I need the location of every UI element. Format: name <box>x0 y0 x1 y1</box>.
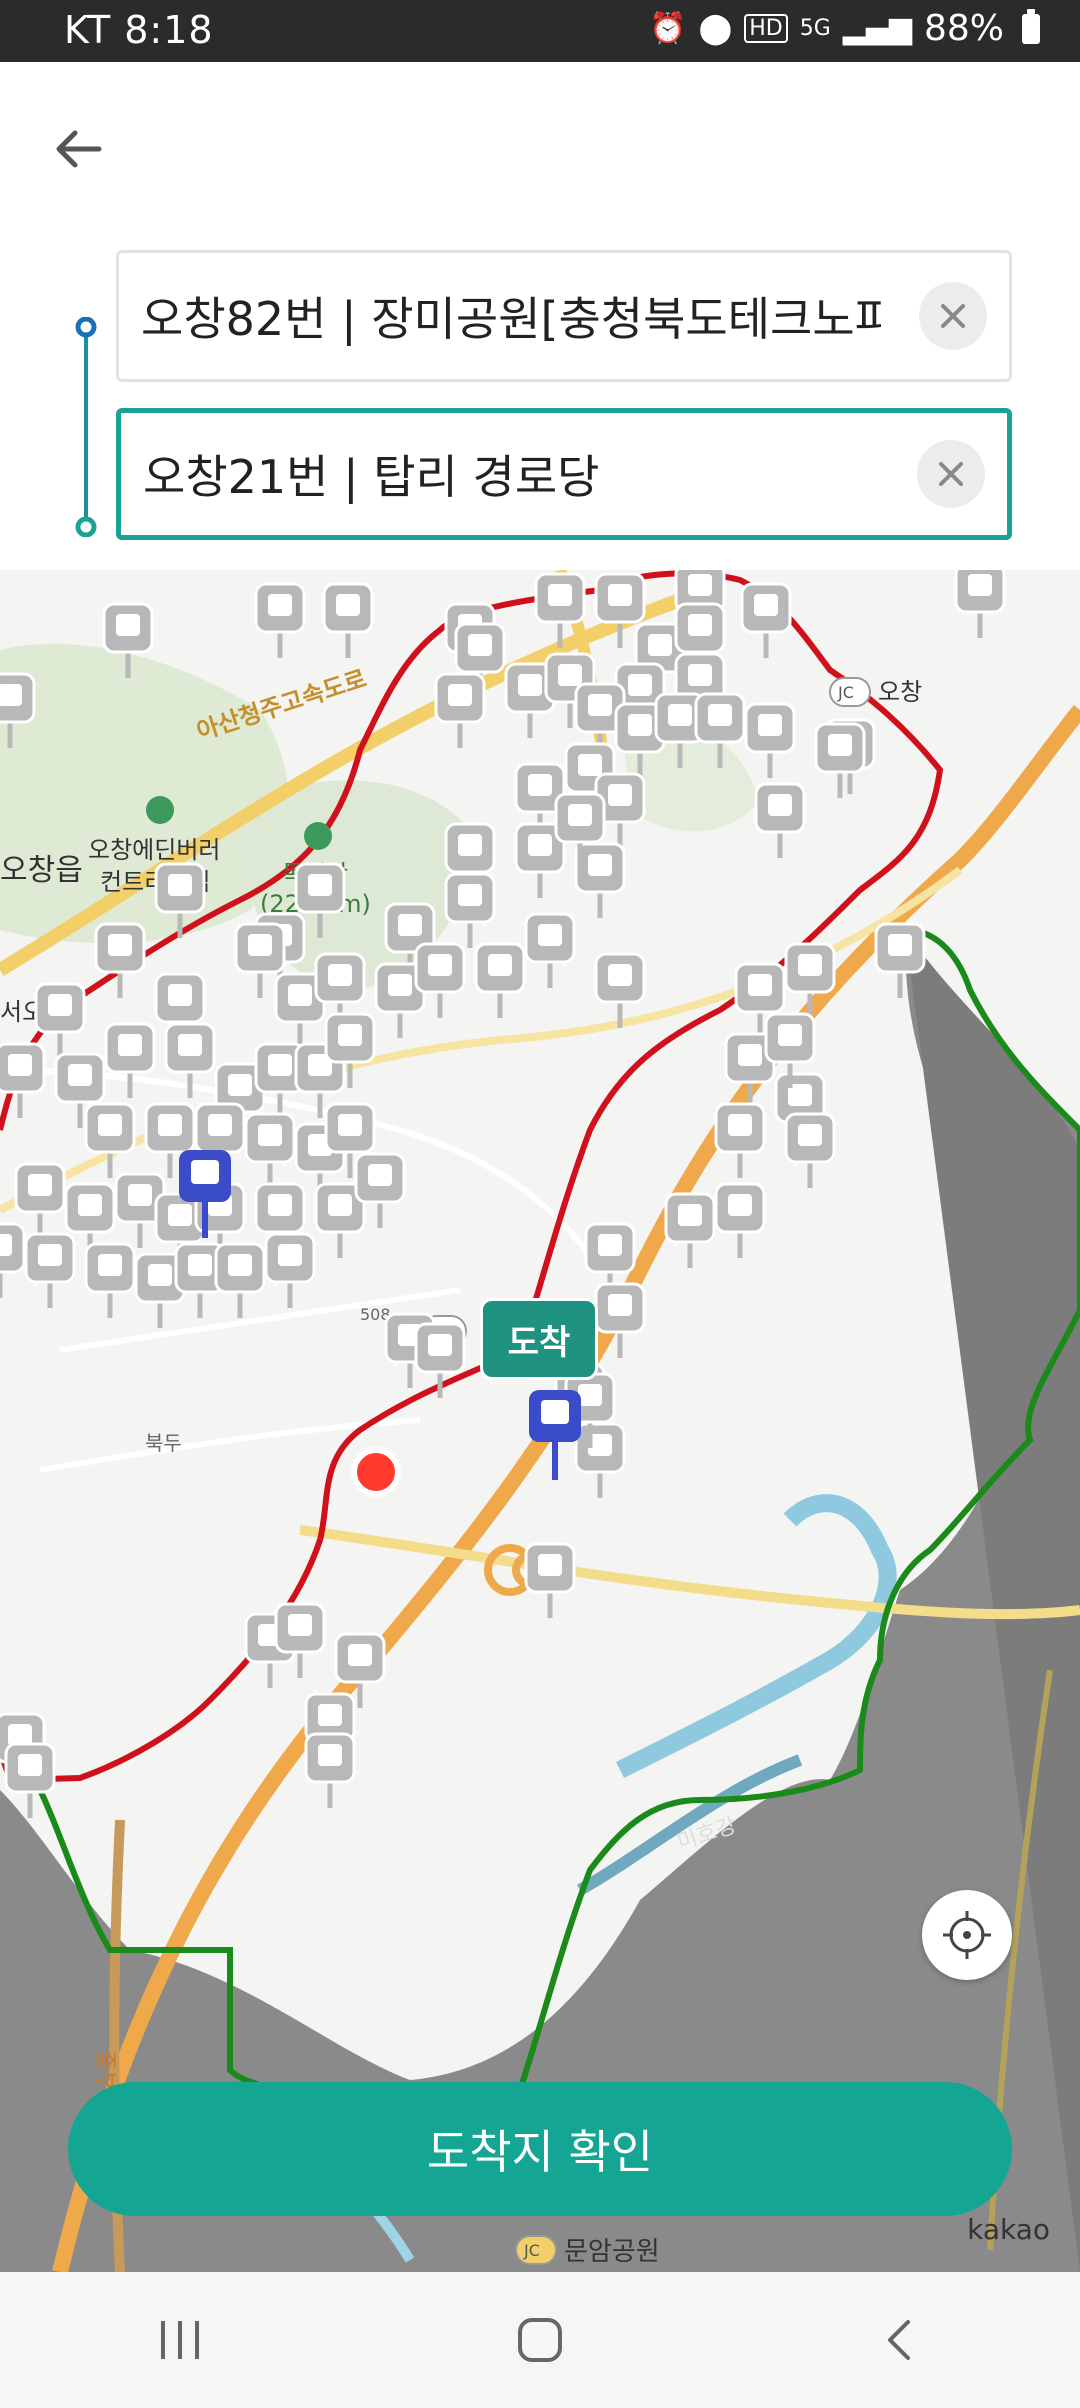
map-label-golf-1: 오창에딘버러 <box>88 836 220 864</box>
battery-percent: 88% <box>923 8 1004 49</box>
clear-origin-button[interactable] <box>919 282 987 350</box>
map-attribution: kakao <box>967 2213 1050 2246</box>
map-label-north: 북두 <box>145 1431 182 1455</box>
close-icon <box>939 462 963 486</box>
carrier-time: KT 8:18 <box>64 8 214 52</box>
5g-icon: 5G <box>799 16 831 41</box>
map-label-town: 오창읍 <box>0 853 83 888</box>
back-nav-button[interactable] <box>820 2290 980 2390</box>
status-icons: ⏰ ⬤ HD 5G ▂▄▆ 88% <box>649 8 1040 49</box>
location-icon: ⬤ <box>698 11 733 46</box>
recent-apps-button[interactable] <box>100 2290 260 2390</box>
arrival-label: 도착 <box>480 1298 598 1380</box>
golf-icon <box>146 796 174 824</box>
current-location-dot <box>351 1447 401 1497</box>
home-icon <box>518 2318 562 2362</box>
map-canvas[interactable]: 아산청주고속도로 오창에딘버러 컨트리클럽 목령산 (229.1m) 오창읍 서… <box>0 570 1080 2272</box>
route-connector-icon <box>75 317 97 537</box>
current-location-button[interactable] <box>922 1890 1012 1980</box>
battery-icon <box>1022 8 1040 44</box>
map-label-jc-south: 문암공원 <box>564 2237 660 2267</box>
map-label-jc-north: 오창 <box>878 678 922 706</box>
arrow-left-icon <box>56 130 102 168</box>
confirm-destination-button[interactable]: 도착지 확인 <box>68 2082 1012 2216</box>
signal-icon: ▂▄▆ <box>842 11 912 46</box>
back-button[interactable] <box>44 114 114 184</box>
hd-icon: HD <box>744 14 788 43</box>
origin-field[interactable]: 오창82번 | 장미공원[충청북도테크노파크] <box>116 250 1012 382</box>
route-header: 오창82번 | 장미공원[충청북도테크노파크] 오창21번 | 탑리 경로당 <box>0 62 1080 570</box>
alarm-icon: ⏰ <box>649 11 687 46</box>
clear-destination-button[interactable] <box>917 440 985 508</box>
origin-input[interactable]: 오창82번 | 장미공원[충청북도테크노파크] <box>141 283 881 349</box>
home-button[interactable] <box>460 2290 620 2390</box>
recent-apps-icon <box>161 2321 199 2359</box>
crosshair-icon <box>943 1911 991 1959</box>
destination-field[interactable]: 오창21번 | 탑리 경로당 <box>116 408 1012 540</box>
map-label-jc-south-badge: JC <box>523 2241 540 2260</box>
chevron-left-icon <box>888 2320 910 2360</box>
status-bar: KT 8:18 ⏰ ⬤ HD 5G ▂▄▆ 88% <box>0 0 1080 62</box>
mountain-icon <box>304 822 332 850</box>
map-view[interactable]: 아산청주고속도로 오창에딘버러 컨트리클럽 목령산 (229.1m) 오창읍 서… <box>0 570 1080 2272</box>
system-nav-bar <box>0 2272 1080 2408</box>
close-icon <box>941 304 965 328</box>
destination-input[interactable]: 오창21번 | 탑리 경로당 <box>143 441 883 507</box>
map-label-jc: JC <box>837 683 854 702</box>
